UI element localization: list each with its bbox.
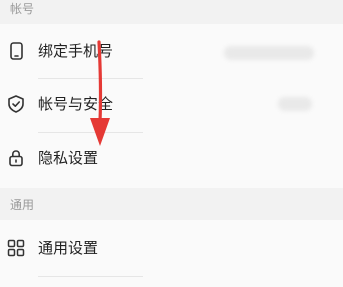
section-title-general: 通用	[10, 198, 35, 212]
divider	[38, 276, 143, 277]
general-card: 通用设置	[0, 220, 343, 287]
grid-icon	[6, 238, 26, 258]
phone-icon	[6, 41, 26, 61]
annotation-arrow	[90, 40, 110, 146]
lock-icon	[6, 148, 26, 168]
account-card: 绑定手机号 帐号与安全 隐私设置	[0, 24, 343, 188]
privacy-settings-row[interactable]: 隐私设置	[0, 133, 343, 185]
general-settings-row[interactable]: 通用设置	[0, 223, 343, 275]
general-settings-label: 通用设置	[38, 239, 99, 257]
bind-phone-value	[224, 46, 314, 60]
account-security-value	[278, 97, 312, 111]
privacy-settings-label: 隐私设置	[38, 149, 99, 167]
account-security-row[interactable]: 帐号与安全	[0, 79, 343, 131]
bind-phone-row[interactable]: 绑定手机号	[0, 26, 343, 78]
section-title-account: 帐号	[10, 2, 35, 16]
shield-check-icon	[6, 94, 26, 114]
